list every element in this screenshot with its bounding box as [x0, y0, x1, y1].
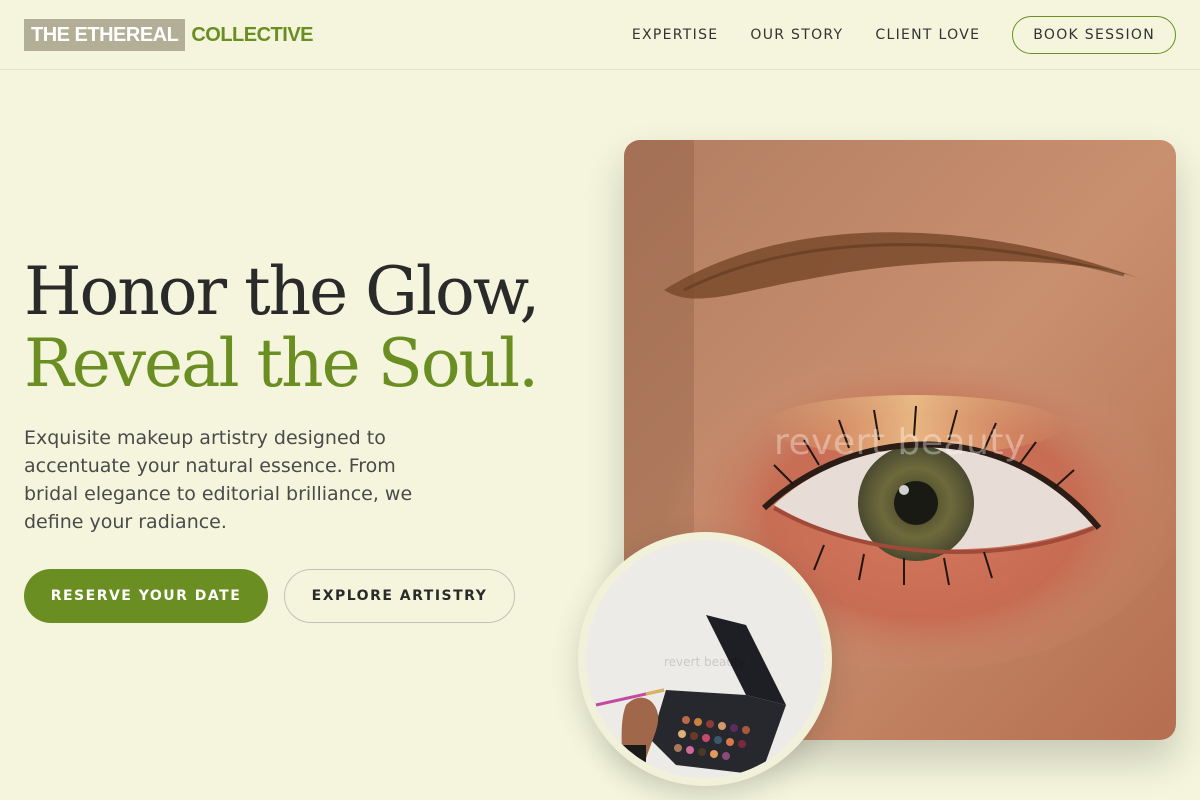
headline-line-2: Reveal the Soul.: [24, 325, 539, 402]
headline-line-1: Honor the Glow,: [24, 253, 540, 330]
logo-collective: COLLECTIVE: [191, 23, 314, 46]
main-nav: EXPERTISE OUR STORY CLIENT LOVE BOOK SES…: [632, 16, 1176, 54]
reserve-date-button[interactable]: RESERVE YOUR DATE: [24, 569, 268, 623]
explore-artistry-button[interactable]: EXPLORE ARTISTRY: [284, 569, 515, 623]
nav-our-story[interactable]: OUR STORY: [750, 27, 843, 43]
hero-headline: Honor the Glow, Reveal the Soul.: [24, 253, 540, 402]
hero-description: Exquisite makeup artistry designed to ac…: [24, 427, 413, 533]
nav-client-love[interactable]: CLIENT LOVE: [875, 27, 980, 43]
logo-the-ethereal: THE ETHEREAL: [24, 19, 186, 51]
palette-inset-frame: revert beauty: [578, 532, 832, 786]
eyeshadow-palette-photo: revert beauty: [586, 540, 824, 778]
image-watermark: revert beauty: [774, 422, 1026, 463]
site-logo[interactable]: THE ETHEREAL COLLECTIVE: [24, 19, 314, 51]
inset-watermark: revert beauty: [664, 655, 746, 669]
book-session-button[interactable]: BOOK SESSION: [1012, 16, 1176, 54]
site-header: THE ETHEREAL COLLECTIVE EXPERTISE OUR ST…: [0, 0, 1200, 70]
nav-expertise[interactable]: EXPERTISE: [632, 27, 719, 43]
